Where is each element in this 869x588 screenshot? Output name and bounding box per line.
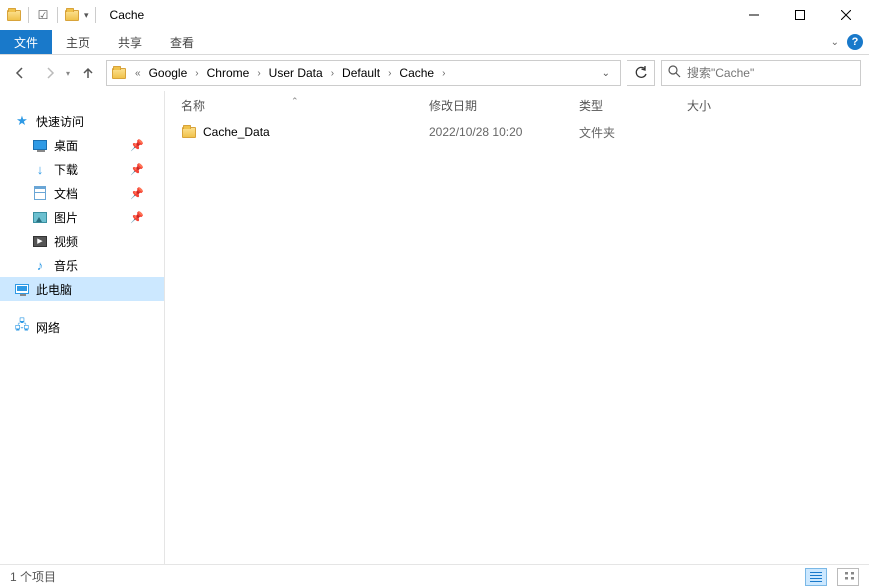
nav-toolbar: ▾ « Google › Chrome › User Data › Defaul…	[0, 55, 869, 91]
pin-icon: 📌	[130, 211, 144, 224]
tab-home[interactable]: 主页	[52, 30, 104, 54]
file-row[interactable]: Cache_Data 2022/10/28 10:20 文件夹	[165, 119, 869, 145]
nav-tree: ★ 快速访问 桌面 📌 ↓ 下载 📌 文档 📌 图片 📌 ▶ 视频 ♪	[0, 91, 165, 564]
refresh-icon	[634, 66, 648, 80]
tree-label: 此电脑	[36, 281, 72, 298]
separator	[28, 7, 29, 23]
tree-videos[interactable]: ▶ 视频	[0, 229, 164, 253]
video-icon: ▶	[32, 233, 48, 249]
tree-label: 网络	[36, 319, 60, 336]
chevron-right-icon[interactable]: ›	[253, 68, 264, 79]
item-count: 1 个项目	[10, 568, 56, 585]
picture-icon	[32, 209, 48, 225]
qat-properties-icon[interactable]: ☑	[35, 7, 51, 23]
qat-dropdown-icon[interactable]: ▾	[84, 10, 89, 21]
separator	[57, 7, 58, 23]
tree-network[interactable]: 🖧 网络	[0, 315, 164, 339]
address-folder-icon	[111, 65, 127, 81]
grid-view-icon	[842, 572, 854, 582]
tree-label: 桌面	[54, 137, 78, 154]
desktop-icon	[32, 137, 48, 153]
pc-icon	[14, 281, 30, 297]
tree-label: 下载	[54, 161, 78, 178]
tree-pictures[interactable]: 图片 📌	[0, 205, 164, 229]
chevron-right-icon[interactable]: ›	[438, 68, 449, 79]
crumb-userdata[interactable]: User Data	[265, 61, 327, 85]
close-button[interactable]	[823, 0, 869, 30]
minimize-button[interactable]	[731, 0, 777, 30]
maximize-icon	[795, 10, 805, 20]
star-icon: ★	[14, 113, 30, 129]
status-bar: 1 个项目	[0, 564, 869, 588]
col-type[interactable]: 类型	[579, 97, 687, 114]
search-box[interactable]	[661, 60, 861, 86]
tree-label: 音乐	[54, 257, 78, 274]
arrow-left-icon	[13, 66, 27, 80]
search-icon	[668, 65, 681, 81]
tree-label: 图片	[54, 209, 78, 226]
crumb-google[interactable]: Google	[145, 61, 192, 85]
separator	[95, 7, 96, 23]
tab-share[interactable]: 共享	[104, 30, 156, 54]
pin-icon: 📌	[130, 163, 144, 176]
tree-music[interactable]: ♪ 音乐	[0, 253, 164, 277]
pin-icon: 📌	[130, 139, 144, 152]
tree-quick-access[interactable]: ★ 快速访问	[0, 109, 164, 133]
document-icon	[32, 185, 48, 201]
tree-label: 文档	[54, 185, 78, 202]
column-headers: 名称⌃ 修改日期 类型 大小	[165, 91, 869, 119]
music-icon: ♪	[32, 257, 48, 273]
crumb-cache[interactable]: Cache	[395, 61, 438, 85]
tree-label: 快速访问	[36, 113, 84, 130]
window-title: Cache	[110, 8, 145, 22]
pin-icon: 📌	[130, 187, 144, 200]
col-size[interactable]: 大小	[687, 97, 767, 114]
forward-button[interactable]	[38, 61, 62, 85]
address-bar[interactable]: « Google › Chrome › User Data › Default …	[106, 60, 621, 86]
file-type: 文件夹	[579, 124, 687, 141]
qat-newfolder-icon[interactable]	[64, 7, 80, 23]
chevron-right-icon[interactable]: ›	[191, 68, 202, 79]
tab-file[interactable]: 文件	[0, 30, 52, 54]
tree-desktop[interactable]: 桌面 📌	[0, 133, 164, 157]
ribbon-tabs: 文件 主页 共享 查看 ⌄ ?	[0, 30, 869, 55]
refresh-button[interactable]	[627, 60, 655, 86]
minimize-icon	[749, 10, 759, 20]
back-button[interactable]	[8, 61, 32, 85]
arrow-up-icon	[81, 66, 95, 80]
ribbon-collapse-icon[interactable]: ⌄	[831, 37, 839, 48]
file-list: 名称⌃ 修改日期 类型 大小 Cache_Data 2022/10/28 10:…	[165, 91, 869, 564]
help-button[interactable]: ?	[847, 34, 863, 50]
title-bar: ☑ ▾ Cache	[0, 0, 869, 30]
view-details-button[interactable]	[805, 568, 827, 586]
address-dropdown-icon[interactable]: ⌄	[596, 68, 616, 79]
up-button[interactable]	[76, 61, 100, 85]
crumb-chrome[interactable]: Chrome	[203, 61, 254, 85]
network-icon: 🖧	[14, 319, 30, 335]
folder-icon	[181, 124, 197, 140]
history-dropdown-icon[interactable]: ▾	[66, 69, 70, 78]
close-icon	[841, 10, 851, 20]
breadcrumb-overflow[interactable]: «	[131, 68, 145, 79]
view-large-button[interactable]	[837, 568, 859, 586]
tree-label: 视频	[54, 233, 78, 250]
search-input[interactable]	[687, 66, 854, 80]
tab-view[interactable]: 查看	[156, 30, 208, 54]
maximize-button[interactable]	[777, 0, 823, 30]
list-view-icon	[810, 572, 822, 582]
chevron-right-icon[interactable]: ›	[327, 68, 338, 79]
chevron-right-icon[interactable]: ›	[384, 68, 395, 79]
file-date: 2022/10/28 10:20	[429, 125, 579, 139]
tree-documents[interactable]: 文档 📌	[0, 181, 164, 205]
tree-this-pc[interactable]: 此电脑	[0, 277, 164, 301]
file-name: Cache_Data	[203, 125, 270, 139]
sort-indicator-icon: ⌃	[291, 96, 299, 107]
tree-downloads[interactable]: ↓ 下载 📌	[0, 157, 164, 181]
col-name[interactable]: 名称⌃	[181, 97, 429, 114]
crumb-default[interactable]: Default	[338, 61, 384, 85]
col-date[interactable]: 修改日期	[429, 97, 579, 114]
arrow-right-icon	[43, 66, 57, 80]
download-icon: ↓	[32, 161, 48, 177]
app-folder-icon	[6, 7, 22, 23]
